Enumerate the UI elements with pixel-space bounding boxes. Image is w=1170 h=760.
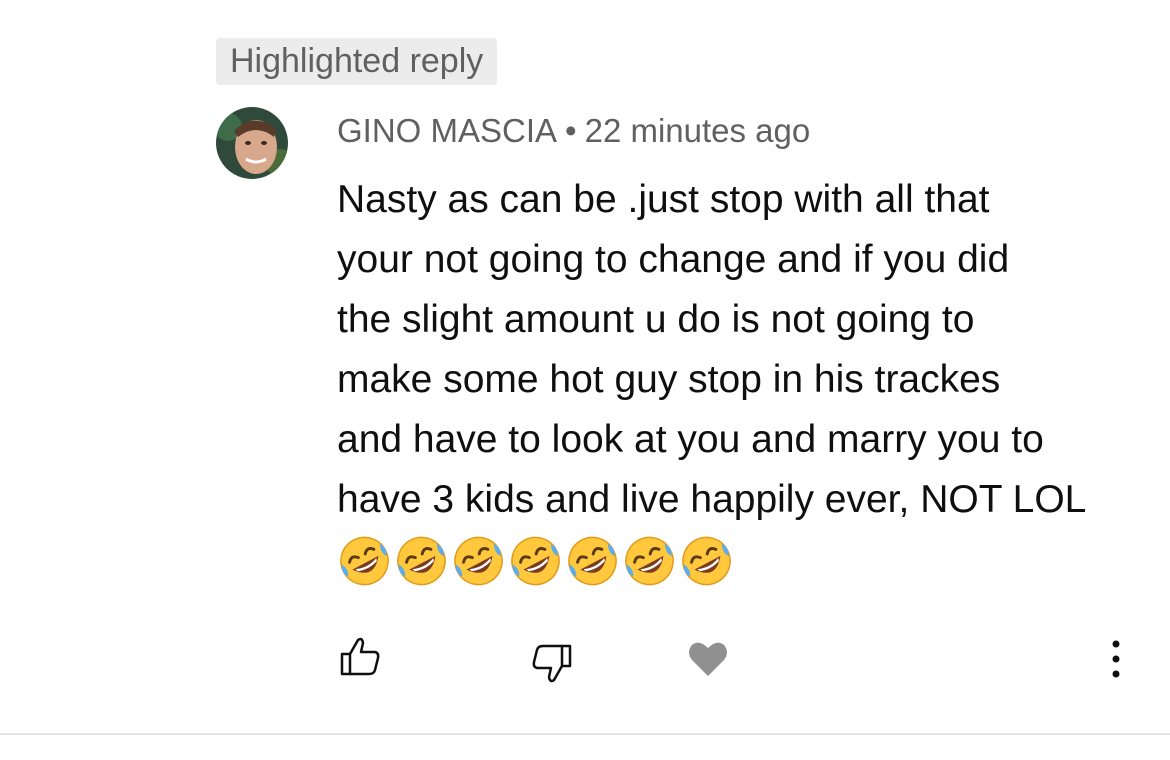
rofl-emoji-icon: [340, 536, 389, 586]
avatar-image: [216, 107, 288, 179]
emoji-row: [337, 533, 734, 589]
comment-line: Nasty as can be .just stop with all that: [337, 178, 990, 221]
rofl-emoji-icon: [397, 536, 446, 586]
rofl-emoji-icon: [511, 536, 560, 586]
comment-line: make some hot guy stop in his trackes: [337, 358, 1001, 401]
comment-meta: GINO MASCIA • 22 minutes ago: [337, 108, 810, 154]
heart-icon[interactable]: [686, 636, 730, 680]
comment-timestamp[interactable]: 22 minutes ago: [585, 112, 811, 149]
rofl-emoji-icon: [568, 536, 617, 586]
rofl-emoji-icon: [625, 536, 674, 586]
meta-separator: •: [565, 112, 577, 149]
divider: [0, 733, 1170, 735]
avatar[interactable]: [216, 107, 288, 179]
comment-line: have 3 kids and live happily ever, NOT L…: [337, 478, 1087, 521]
comment-text: Nasty as can be .just stop with all that…: [337, 170, 1137, 530]
comment-line: your not going to change and if you did: [337, 238, 1010, 281]
thumbs-down-icon[interactable]: [530, 642, 574, 686]
thumbs-up-icon[interactable]: [338, 634, 382, 678]
highlighted-reply-badge: Highlighted reply: [216, 38, 498, 85]
author-name[interactable]: GINO MASCIA: [337, 112, 557, 149]
comment-line: and have to look at you and marry you to: [337, 418, 1044, 461]
rofl-emoji-icon: [454, 536, 503, 586]
comment-line: the slight amount u do is not going to: [337, 298, 975, 341]
rofl-emoji-icon: [682, 536, 731, 586]
more-vertical-icon[interactable]: [1100, 637, 1132, 681]
